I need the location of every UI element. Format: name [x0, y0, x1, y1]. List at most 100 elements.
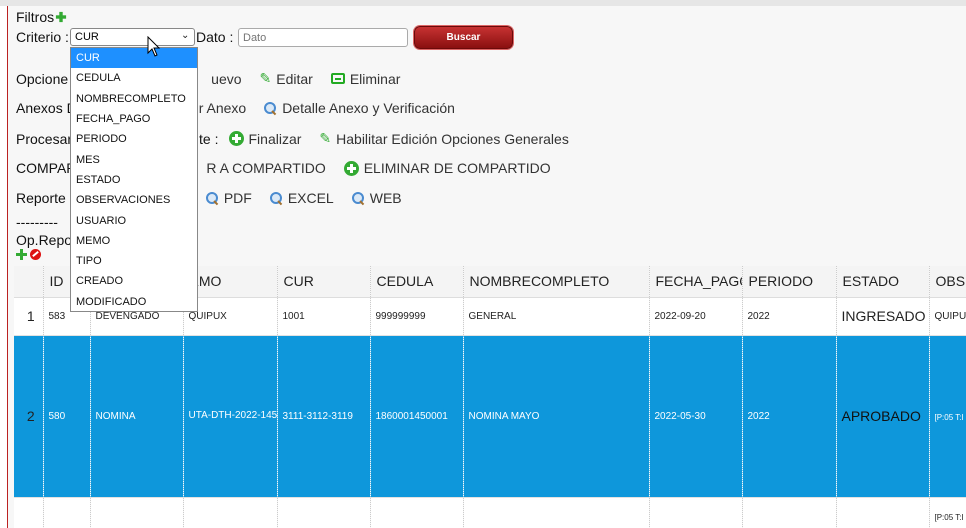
agregar-compartido-label: R A COMPARTIDO [206, 160, 326, 176]
cell-obs: [P:05 T:I FONDO DEL 202 NÓMINA MENSU DEL… [929, 335, 966, 498]
delete-icon[interactable] [30, 249, 41, 260]
minus-box-icon [330, 73, 345, 84]
row-number: 2 [14, 335, 44, 498]
cell-obs: QUIPUX [929, 297, 966, 336]
eliminar-compartido-label: ELIMINAR DE COMPARTIDO [363, 160, 551, 176]
anexo-button[interactable]: r Anexo [199, 100, 246, 116]
anexos-label: Anexos D [16, 100, 77, 116]
cell-memo [183, 497, 278, 528]
anexo-label: r Anexo [198, 100, 247, 116]
dropdown-option[interactable]: MEMO [71, 231, 197, 251]
cell-fecha: 2022-09-20 [649, 297, 743, 336]
opciones-label: Opcione [16, 70, 69, 87]
table-row-selected[interactable]: 2 580 NOMINA UTA-DTH-2022-1452-OF 3111-3… [14, 335, 966, 498]
cell-cur: 1001 [277, 297, 371, 336]
dropdown-option[interactable]: PERIODO [71, 129, 197, 149]
cell-estado: INGRESADO [836, 297, 930, 336]
nuevo-label: uevo [211, 70, 242, 87]
circle-plus-icon [343, 160, 359, 176]
table-row[interactable]: [P:05 T:I HABER [14, 497, 966, 528]
col-header-estado[interactable]: ESTADO [836, 266, 930, 298]
detalle-anexo-button[interactable]: Detalle Anexo y Verificación [264, 100, 455, 116]
procesar-label: Procesar [16, 130, 73, 147]
pencil-icon: ✎ [259, 70, 272, 86]
dropdown-option[interactable]: CUR [71, 48, 197, 69]
col-header-periodo[interactable]: PERIODO [742, 266, 837, 298]
nuevo-button[interactable]: uevo [211, 71, 241, 87]
reporte-label: Reporte [16, 190, 66, 206]
eliminar-label: Eliminar [349, 70, 401, 87]
cell-cur: 3111-3112-3119 [277, 335, 371, 498]
editar-button[interactable]: ✎ Editar [260, 70, 313, 87]
pencil-icon: ✎ [319, 130, 332, 146]
row-number [14, 497, 44, 528]
row-number: 1 [14, 297, 44, 336]
filters-title: Filtros [16, 9, 55, 25]
dropdown-option[interactable]: CREADO [71, 271, 197, 291]
agregar-compartido-button[interactable]: R A COMPARTIDO [206, 160, 325, 176]
dropdown-option[interactable]: FECHA_PAGO [71, 109, 197, 129]
search-icon [205, 191, 219, 205]
cell-fecha: 2022-05-30 [649, 335, 743, 498]
editar-label: Editar [276, 70, 313, 87]
col-header-cur[interactable]: CUR [277, 266, 371, 298]
divider-dashes: --------- [16, 214, 58, 230]
cell-nombre: NOMINA MAYO [463, 335, 650, 498]
cell-tipo: NOMINA [90, 335, 184, 498]
excel-label: EXCEL [287, 190, 334, 206]
chevron-down-icon: ⌄ [181, 30, 190, 41]
cell-fecha [649, 497, 743, 528]
dato-input[interactable] [238, 28, 408, 47]
col-header-cedula[interactable]: CEDULA [370, 266, 464, 298]
cell-nombre: GENERAL [463, 297, 650, 336]
finalizar-button[interactable]: Finalizar [228, 130, 302, 147]
cell-tipo [90, 497, 184, 528]
cell-estado: APROBADO [836, 335, 930, 498]
dropdown-option[interactable]: MODIFICADO [71, 292, 197, 312]
eliminar-button[interactable]: Eliminar [330, 70, 401, 87]
cell-id [43, 497, 91, 528]
criterio-label: Criterio : [16, 29, 69, 45]
habilitar-edicion-button[interactable]: ✎ Habilitar Edición Opciones Generales [319, 130, 568, 147]
detalle-anexo-label: Detalle Anexo y Verificación [282, 100, 455, 116]
web-button[interactable]: WEB [351, 190, 402, 206]
search-icon [351, 191, 365, 205]
dropdown-option[interactable]: USUARIO [71, 210, 197, 230]
mouse-cursor-icon [147, 36, 161, 57]
cell-obs: [P:05 T:I HABER [929, 497, 966, 528]
dropdown-option[interactable]: ESTADO [71, 170, 197, 190]
col-header-fecha-pago[interactable]: FECHA_PAGO [649, 266, 743, 298]
col-header-nombre[interactable]: NOMBRECOMPLETO [463, 266, 650, 298]
col-header-observaciones[interactable]: OBSE [929, 266, 966, 298]
criterio-dropdown-list: CUR CEDULA NOMBRECOMPLETO FECHA_PAGO PER… [70, 47, 198, 312]
add-filter-icon[interactable] [55, 11, 67, 23]
cell-memo: UTA-DTH-2022-1452-OF [183, 335, 278, 498]
search-icon [269, 191, 283, 205]
pdf-label: PDF [223, 190, 252, 206]
dropdown-option[interactable]: CEDULA [71, 68, 197, 88]
dropdown-option[interactable]: NOMBRECOMPLETO [71, 89, 197, 109]
cell-cur [277, 497, 371, 528]
eliminar-compartido-button[interactable]: ELIMINAR DE COMPARTIDO [343, 160, 551, 176]
cell-periodo [742, 497, 837, 528]
pdf-button[interactable]: PDF [205, 190, 252, 206]
cell-cedula: 999999999 [370, 297, 464, 336]
add-icon[interactable] [16, 249, 27, 260]
compartido-label: COMPAR [16, 160, 77, 176]
cell-id: 580 [43, 335, 91, 498]
cell-periodo: 2022 [742, 297, 837, 336]
dato-label-wrap: Dato : [196, 29, 233, 45]
cell-periodo: 2022 [742, 335, 837, 498]
finalizar-label: Finalizar [248, 130, 302, 147]
cell-cedula: 1860001450001 [370, 335, 464, 498]
dropdown-option[interactable]: OBSERVACIONES [71, 190, 197, 210]
dropdown-option[interactable]: TIPO [71, 251, 197, 271]
habilitar-edicion-label: Habilitar Edición Opciones Generales [336, 130, 569, 147]
criterio-row: Criterio : [16, 29, 69, 45]
dropdown-option[interactable]: MES [71, 149, 197, 169]
buscar-button[interactable]: Buscar [414, 26, 513, 49]
search-icon [264, 101, 277, 115]
col-header[interactable] [14, 266, 44, 298]
criterio-select[interactable]: CUR [70, 28, 195, 46]
excel-button[interactable]: EXCEL [269, 190, 334, 206]
